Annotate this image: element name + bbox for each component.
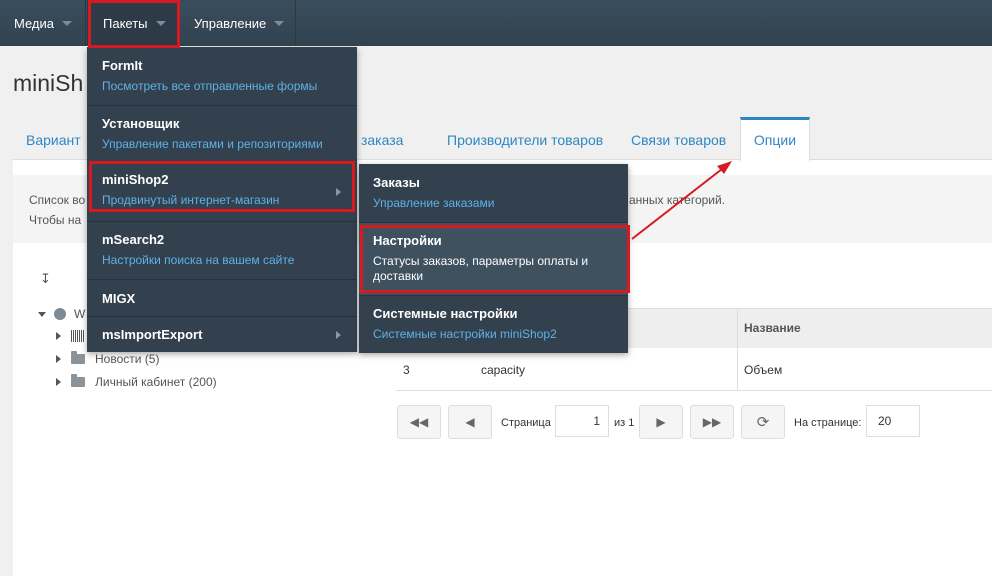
annotation-arrow (631, 161, 732, 240)
